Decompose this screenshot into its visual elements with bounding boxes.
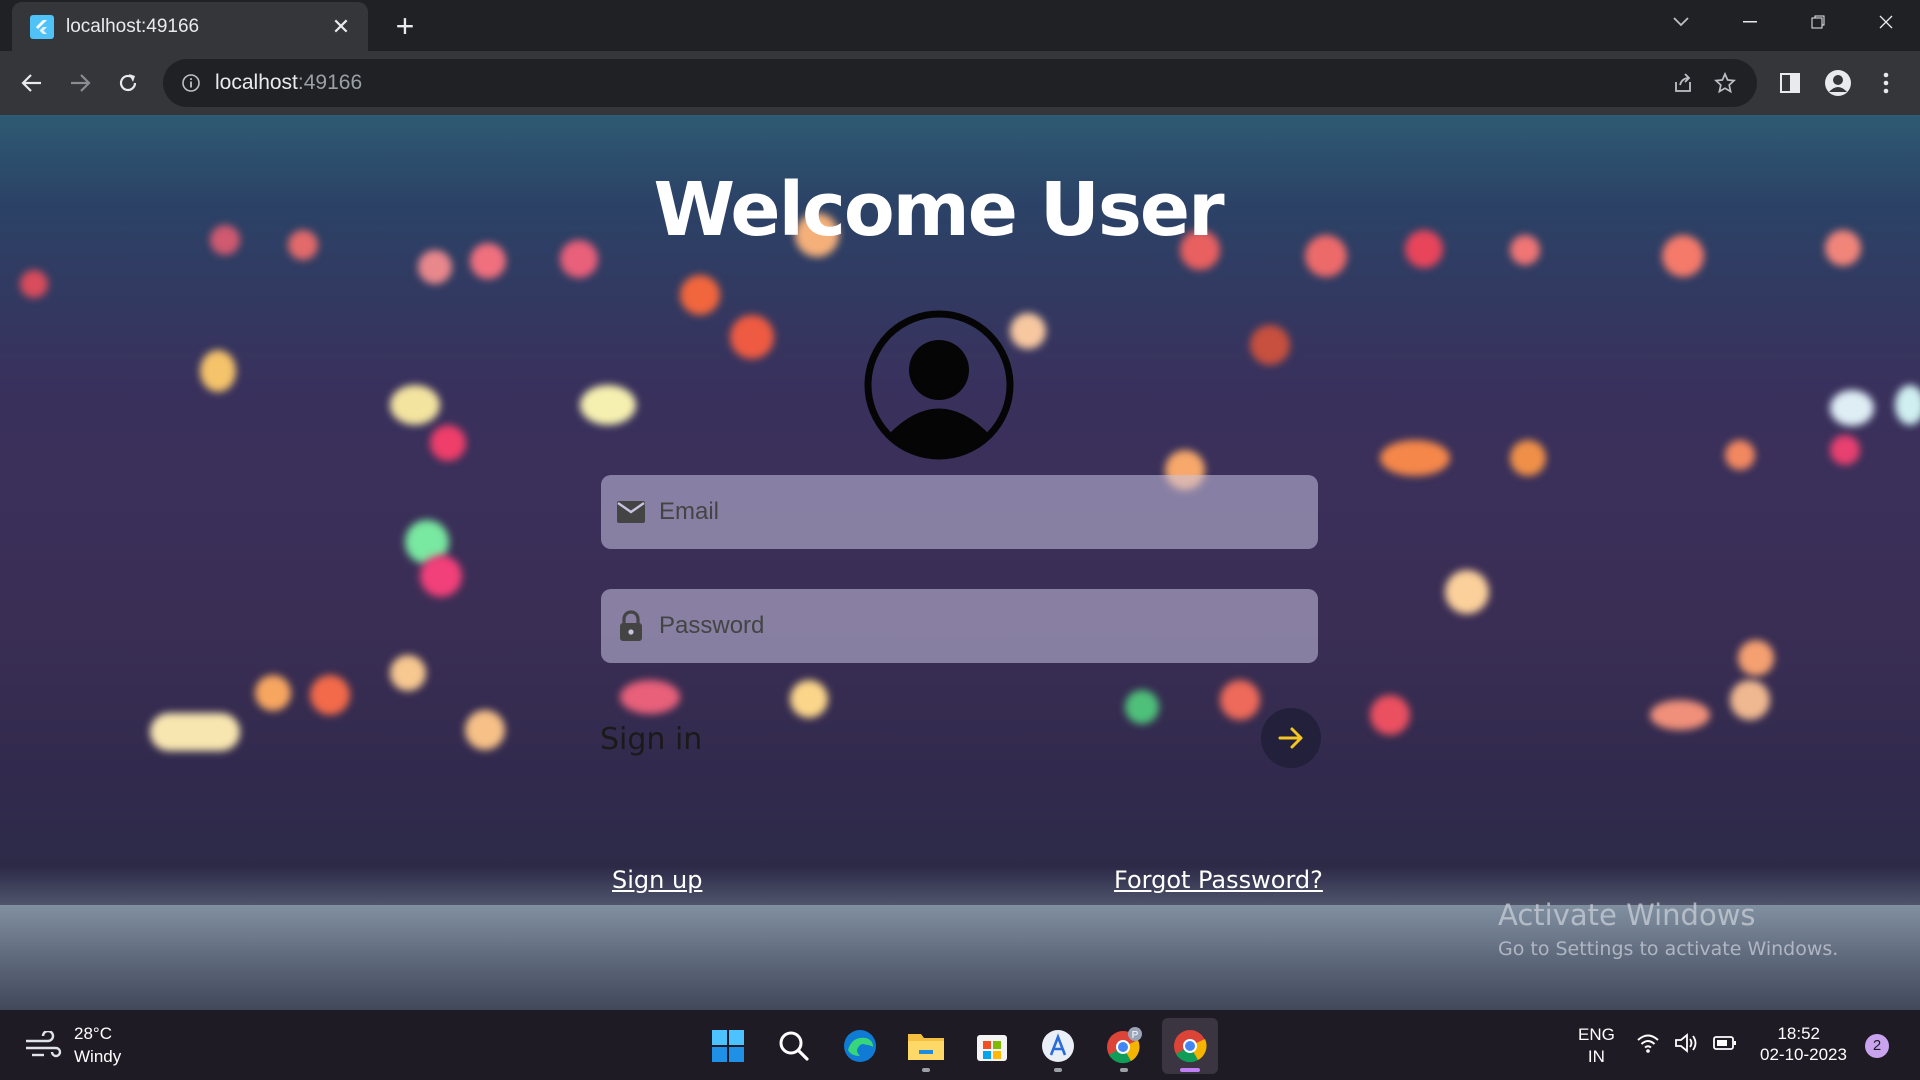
activate-windows-watermark: Activate Windows Go to Settings to activ… bbox=[1498, 898, 1838, 960]
wifi-icon[interactable] bbox=[1636, 1032, 1660, 1054]
share-icon[interactable] bbox=[1669, 69, 1697, 97]
taskbar-search-button[interactable] bbox=[766, 1018, 822, 1074]
battery-icon[interactable] bbox=[1712, 1032, 1738, 1054]
forward-arrow-icon[interactable] bbox=[62, 65, 98, 101]
language-indicator[interactable]: ENG IN bbox=[1578, 1024, 1615, 1068]
signin-button[interactable] bbox=[1261, 708, 1321, 768]
tab-title: localhost:49166 bbox=[66, 15, 200, 37]
app-store-icon bbox=[1042, 1030, 1074, 1062]
signin-label: Sign in bbox=[600, 722, 703, 757]
bookmark-star-icon[interactable] bbox=[1711, 69, 1739, 97]
mail-icon bbox=[615, 496, 647, 528]
edge-icon bbox=[844, 1030, 876, 1062]
watermark-title: Activate Windows bbox=[1498, 898, 1756, 932]
menu-kebab-icon[interactable] bbox=[1868, 65, 1904, 101]
store-icon bbox=[977, 1035, 1007, 1061]
search-icon bbox=[779, 1031, 809, 1061]
password-field[interactable] bbox=[601, 589, 1318, 663]
weather-widget[interactable]: 28°C Windy bbox=[24, 1022, 121, 1068]
clock-time[interactable]: 18:52 bbox=[1760, 1022, 1820, 1045]
close-window-icon[interactable] bbox=[1852, 0, 1920, 44]
arrow-right-icon bbox=[1278, 727, 1303, 749]
browser-tabstrip: localhost:49166 ✕ + bbox=[0, 0, 1920, 51]
taskbar-chrome[interactable] bbox=[1162, 1018, 1218, 1074]
chrome-profile-icon: P bbox=[1107, 1027, 1142, 1064]
address-bar[interactable]: localhost:49166 bbox=[163, 59, 1757, 107]
new-tab-button[interactable]: + bbox=[388, 10, 422, 44]
notification-badge[interactable]: 2 bbox=[1865, 1034, 1889, 1058]
restore-icon[interactable] bbox=[1784, 0, 1852, 44]
folder-icon bbox=[908, 1034, 944, 1060]
taskbar-store[interactable] bbox=[964, 1018, 1020, 1074]
password-input[interactable] bbox=[659, 612, 1318, 640]
site-info-icon[interactable] bbox=[179, 71, 203, 95]
login-page: Welcome User Sign in Sign up Forgot Pass… bbox=[0, 115, 1920, 1010]
email-field[interactable] bbox=[601, 475, 1318, 549]
start-button[interactable] bbox=[700, 1018, 756, 1074]
signup-link[interactable]: Sign up bbox=[612, 866, 702, 894]
url-text[interactable]: localhost:49166 bbox=[215, 71, 362, 95]
back-arrow-icon[interactable] bbox=[14, 65, 50, 101]
taskbar-edge[interactable] bbox=[832, 1018, 888, 1074]
wind-icon bbox=[26, 1031, 62, 1058]
chrome-icon bbox=[1174, 1030, 1207, 1063]
reload-icon[interactable] bbox=[110, 65, 146, 101]
profile-icon[interactable] bbox=[1820, 65, 1856, 101]
weather-desc: Windy bbox=[74, 1047, 122, 1066]
forgot-password-link[interactable]: Forgot Password? bbox=[1114, 866, 1323, 894]
user-avatar-icon bbox=[864, 310, 1014, 460]
page-title: Welcome User bbox=[653, 167, 1224, 253]
windows-taskbar: 28°C Windy P ENG IN 18:52 02-10-2023 2 bbox=[0, 1010, 1920, 1080]
browser-tab[interactable]: localhost:49166 ✕ bbox=[12, 2, 368, 51]
taskbar-chrome-profile[interactable]: P bbox=[1096, 1018, 1152, 1074]
browser-toolbar: localhost:49166 bbox=[0, 51, 1920, 115]
windows-logo-icon bbox=[712, 1030, 744, 1062]
watermark-subtitle: Go to Settings to activate Windows. bbox=[1498, 938, 1839, 960]
side-panel-icon[interactable] bbox=[1772, 65, 1808, 101]
volume-icon[interactable] bbox=[1674, 1032, 1698, 1054]
lock-icon bbox=[615, 610, 647, 642]
taskbar-file-explorer[interactable] bbox=[898, 1018, 954, 1074]
minimize-icon[interactable] bbox=[1716, 0, 1784, 44]
tab-search-icon[interactable] bbox=[1664, 8, 1698, 36]
email-input[interactable] bbox=[659, 498, 1318, 526]
clock-date[interactable]: 02-10-2023 bbox=[1760, 1045, 1847, 1065]
svg-text:P: P bbox=[1132, 1030, 1139, 1041]
weather-temp: 28°C bbox=[74, 1024, 112, 1043]
taskbar-app-store[interactable] bbox=[1030, 1018, 1086, 1074]
flutter-favicon-icon bbox=[30, 14, 54, 39]
tab-close-icon[interactable]: ✕ bbox=[328, 14, 354, 40]
